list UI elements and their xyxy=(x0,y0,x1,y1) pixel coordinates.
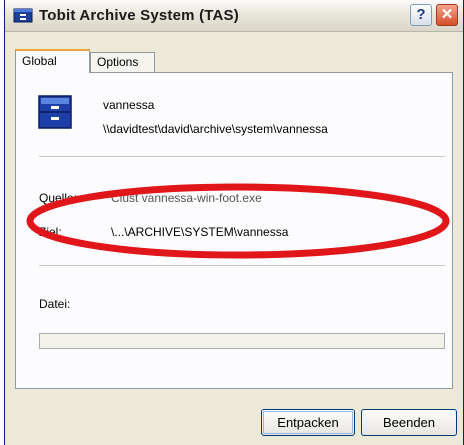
title-bar[interactable]: Tobit Archive System (TAS) ? ✕ xyxy=(5,0,463,32)
separator xyxy=(39,265,445,267)
extract-button[interactable]: Entpacken xyxy=(261,409,355,436)
close-button[interactable]: ✕ xyxy=(436,4,458,26)
source-label: Quelle: xyxy=(39,191,78,205)
source-value: Clust vannessa-win-foot.exe xyxy=(111,191,262,205)
dialog-window: Tobit Archive System (TAS) ? ✕ Global Op… xyxy=(4,0,464,445)
help-button[interactable]: ? xyxy=(410,4,432,26)
tab-global[interactable]: Global xyxy=(15,49,90,73)
separator xyxy=(39,156,445,158)
tab-options[interactable]: Options xyxy=(90,52,155,72)
archive-icon xyxy=(13,8,33,23)
progress-bar xyxy=(39,333,445,349)
window-title: Tobit Archive System (TAS) xyxy=(39,7,239,24)
archive-path: \\davidtest\david\archive\system\vanness… xyxy=(103,122,328,136)
exit-button[interactable]: Beenden xyxy=(361,409,457,436)
target-label: Ziel: xyxy=(39,225,62,239)
file-label: Datei: xyxy=(39,297,71,311)
archive-name: vannessa xyxy=(103,98,155,112)
target-value: \...\ARCHIVE\SYSTEM\vannessa xyxy=(111,225,289,239)
archive-cabinet-icon xyxy=(38,95,72,129)
